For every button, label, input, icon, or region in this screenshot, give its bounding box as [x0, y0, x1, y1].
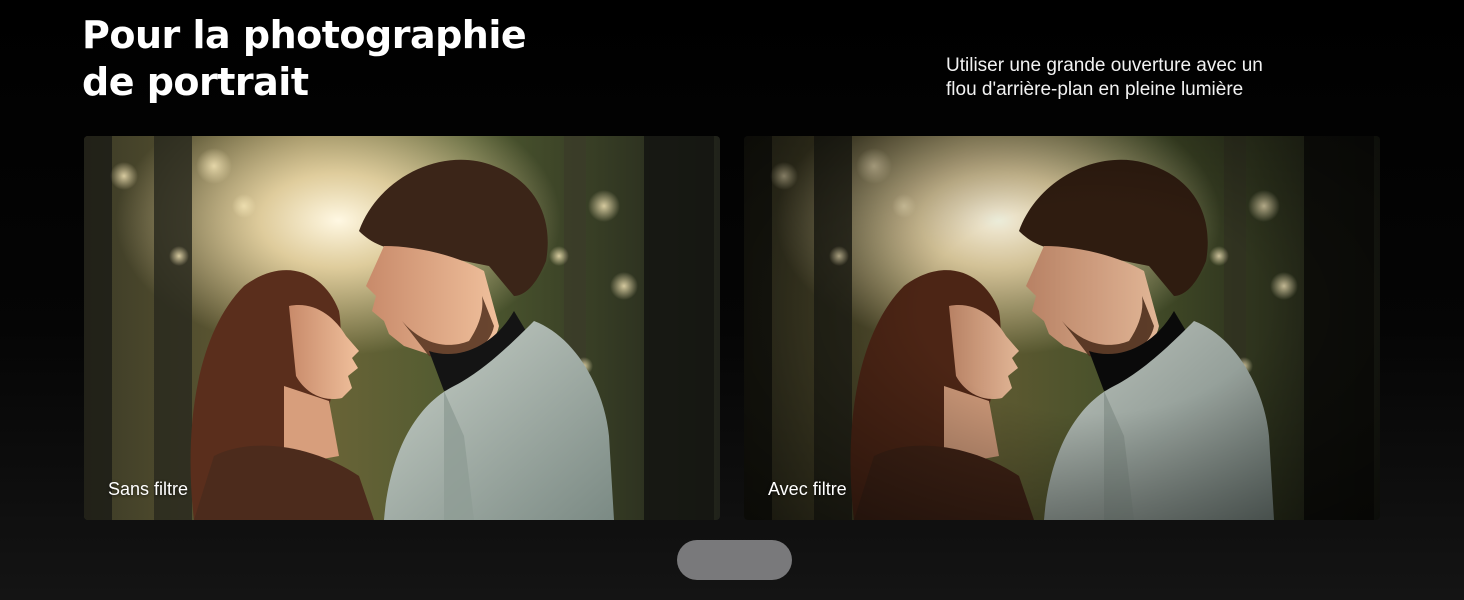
- after-photo-label: Avec filtre: [768, 479, 847, 499]
- after-photo-image: [744, 136, 1380, 520]
- page-title-line-1: Pour la photographie: [82, 13, 527, 57]
- before-photo-label: Sans filtre: [108, 479, 189, 499]
- page-title: Pour la photographie de portrait: [82, 12, 602, 106]
- page-subtitle-line-2: flou d'arrière-plan en pleine lumière: [946, 79, 1244, 100]
- page-subtitle-line-1: Utiliser une grande ouverture avec un: [946, 55, 1263, 76]
- page-subtitle: Utiliser une grande ouverture avec un fl…: [946, 54, 1366, 102]
- page-title-line-2: de portrait: [82, 60, 309, 104]
- before-photo-image: [84, 136, 720, 520]
- after-photo: Avec filtre: [744, 136, 1380, 520]
- page: Pour la photographie de portrait Utilise…: [0, 0, 1464, 600]
- carousel-pager-button[interactable]: [677, 540, 792, 580]
- before-photo: Sans filtre: [84, 136, 720, 520]
